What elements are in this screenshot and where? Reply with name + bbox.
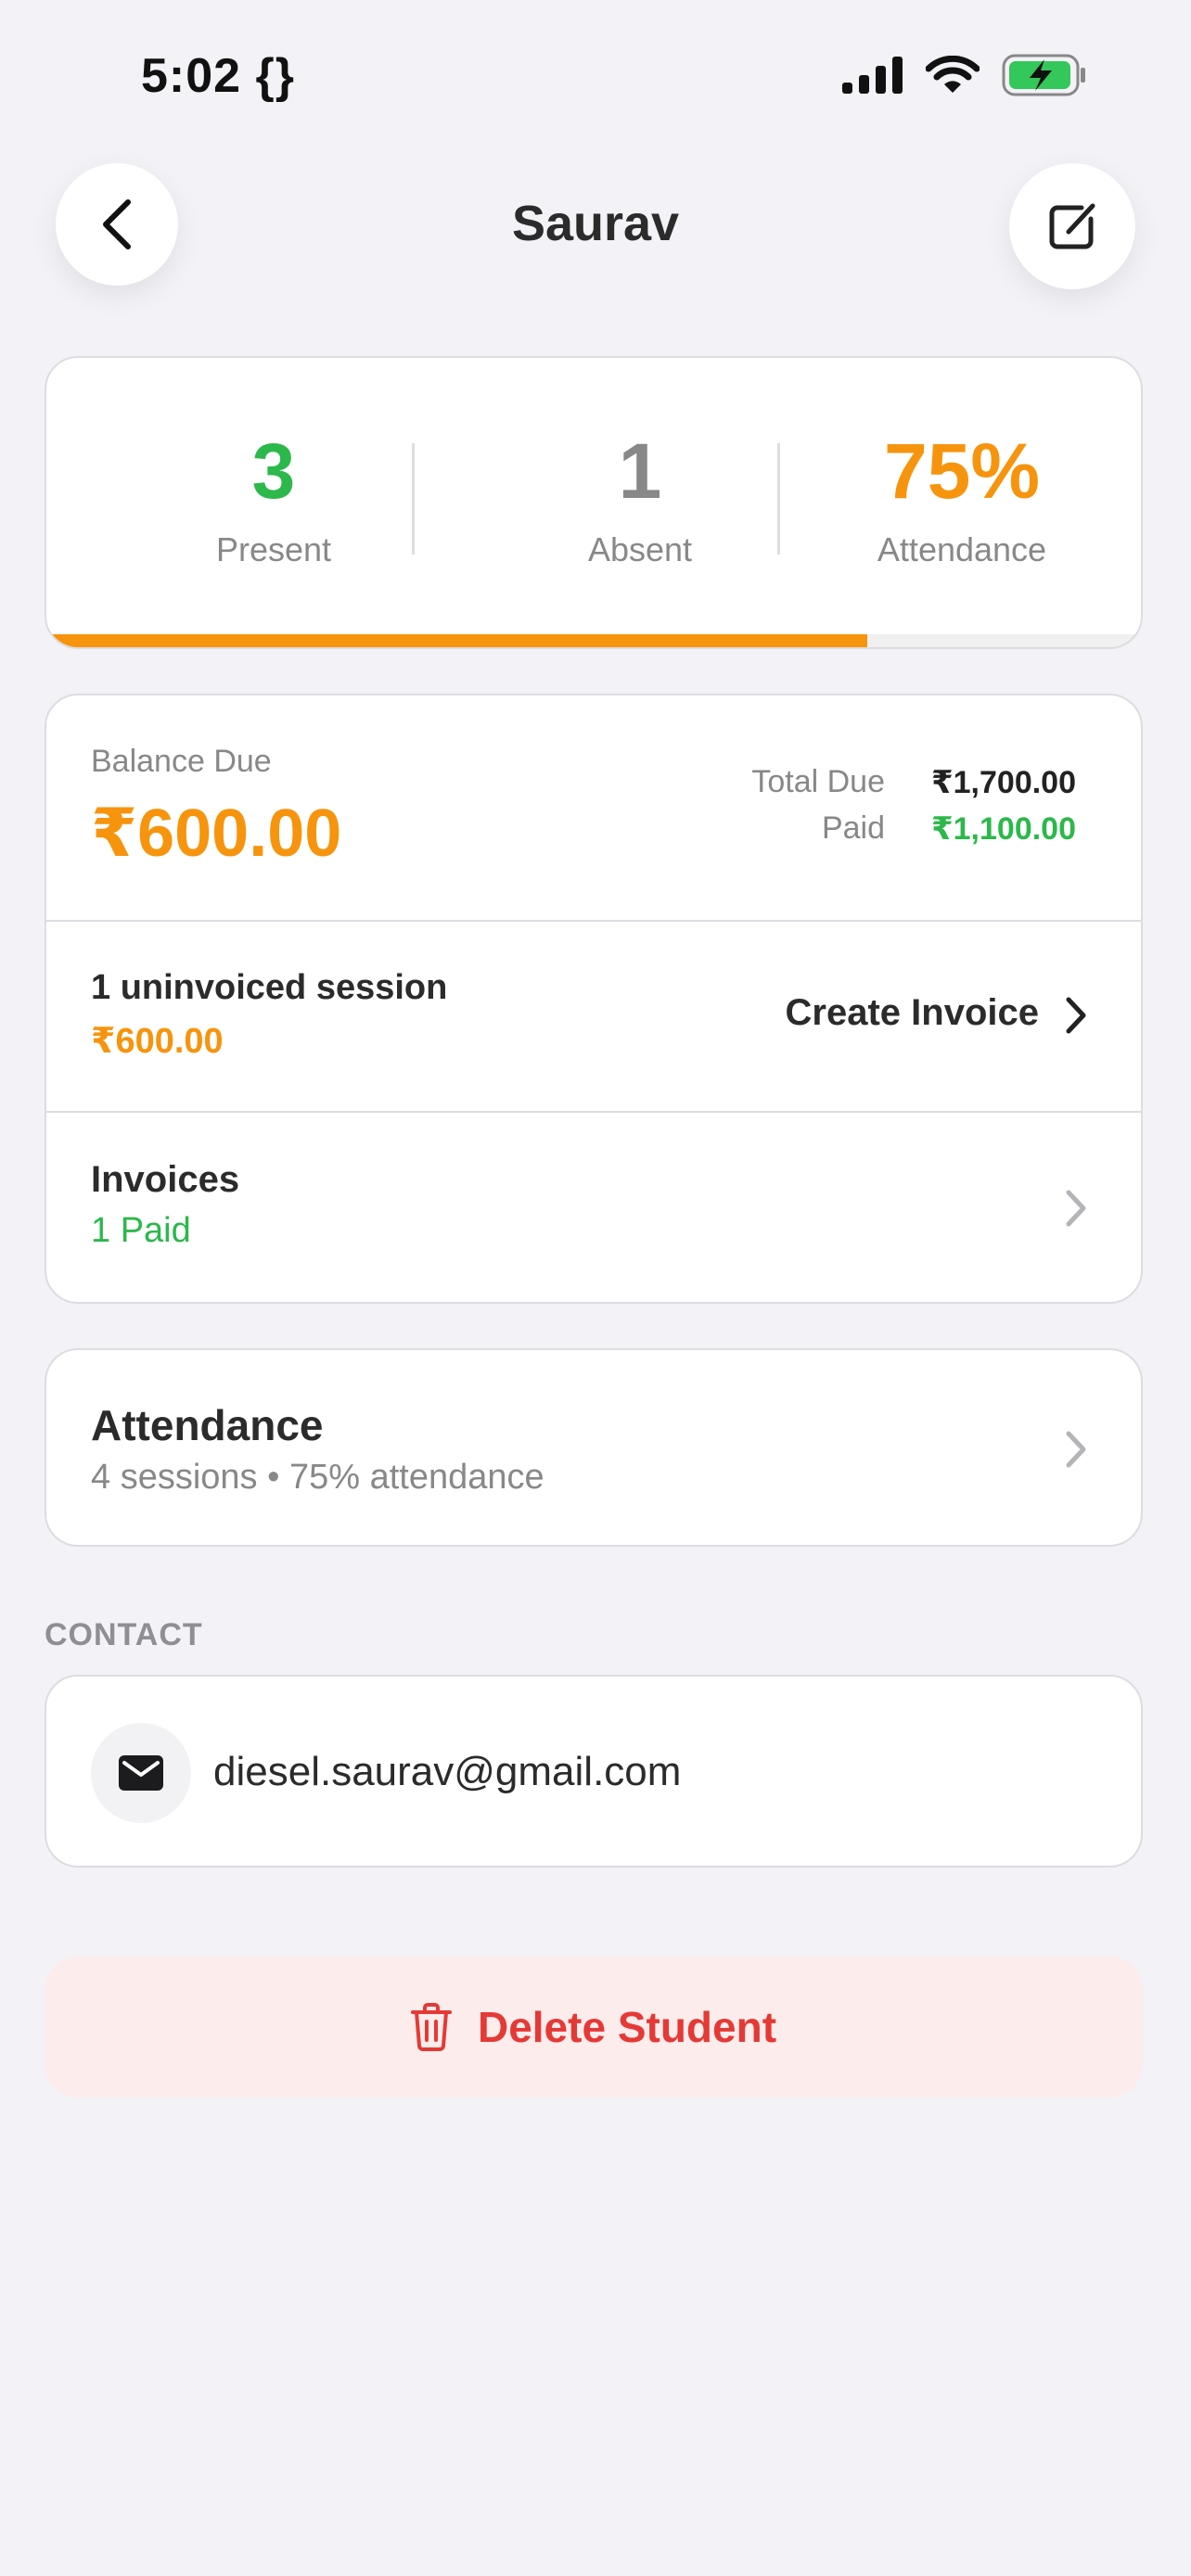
attendance-title: Attendance [91, 1401, 324, 1449]
chevron-right-icon [1066, 997, 1086, 1034]
paid-label: Paid [821, 810, 885, 846]
create-invoice-button[interactable]: Create Invoice [786, 992, 1039, 1034]
edit-icon [1049, 203, 1095, 249]
absent-label: Absent [587, 530, 693, 568]
mail-icon [119, 1755, 163, 1791]
attendance-label: Attendance [877, 530, 1047, 568]
wifi-icon [926, 56, 980, 93]
delete-student-button[interactable]: Delete Student [45, 1957, 1143, 2098]
stat-present: 3 Present [91, 432, 456, 569]
invoices-status: 1 Paid [91, 1211, 191, 1250]
contact-email[interactable]: diesel.saurav@gmail.com [213, 1749, 681, 1795]
mail-icon-badge [91, 1723, 191, 1823]
edit-button[interactable] [1009, 163, 1135, 289]
absent-count: 1 [618, 427, 662, 515]
status-time: 5:02 {} [141, 49, 295, 103]
stat-absent: 1 Absent [457, 432, 823, 569]
delete-student-label: Delete Student [477, 2003, 777, 2051]
present-count: 3 [251, 427, 296, 515]
present-label: Present [215, 530, 332, 568]
attendance-progress-fill [46, 634, 867, 647]
paid-value: ₹1,100.00 [930, 811, 1076, 847]
uninvoiced-session-title: 1 uninvoiced session [91, 968, 448, 1007]
chevron-right-icon [1066, 1431, 1086, 1468]
invoices-row[interactable]: Invoices 1 Paid [46, 1113, 1141, 1302]
divider [412, 443, 415, 555]
create-invoice-row[interactable]: 1 uninvoiced session ₹600.00 Create Invo… [46, 922, 1141, 1111]
finance-card: Balance Due ₹600.00 Total Due ₹1,700.00 … [45, 694, 1143, 1304]
trash-icon [410, 2003, 452, 2051]
attendance-summary: 4 sessions • 75% attendance [91, 1458, 544, 1497]
attendance-percent: 75% [883, 427, 1041, 515]
balance-due-label: Balance Due [91, 744, 272, 779]
total-due-value: ₹1,700.00 [930, 765, 1076, 800]
battery-charging-icon [1002, 54, 1085, 96]
contact-email-row[interactable]: diesel.saurav@gmail.com [45, 1675, 1143, 1868]
contact-section-label: CONTACT [45, 1617, 203, 1652]
status-icons [842, 54, 1087, 96]
uninvoiced-session-amount: ₹600.00 [91, 1022, 224, 1061]
balance-due-value: ₹600.00 [91, 797, 342, 871]
invoices-title: Invoices [91, 1159, 240, 1200]
signal-icon [842, 57, 903, 94]
attendance-progress-bar [46, 634, 1141, 647]
divider [777, 443, 780, 555]
total-due-label: Total Due [751, 764, 885, 799]
attendance-stats-card: 3 Present 1 Absent 75% Attendance [45, 356, 1143, 649]
attendance-row[interactable]: Attendance 4 sessions • 75% attendance [45, 1348, 1143, 1547]
stat-attendance: 75% Attendance [823, 432, 1101, 569]
chevron-right-icon [1066, 1190, 1086, 1227]
